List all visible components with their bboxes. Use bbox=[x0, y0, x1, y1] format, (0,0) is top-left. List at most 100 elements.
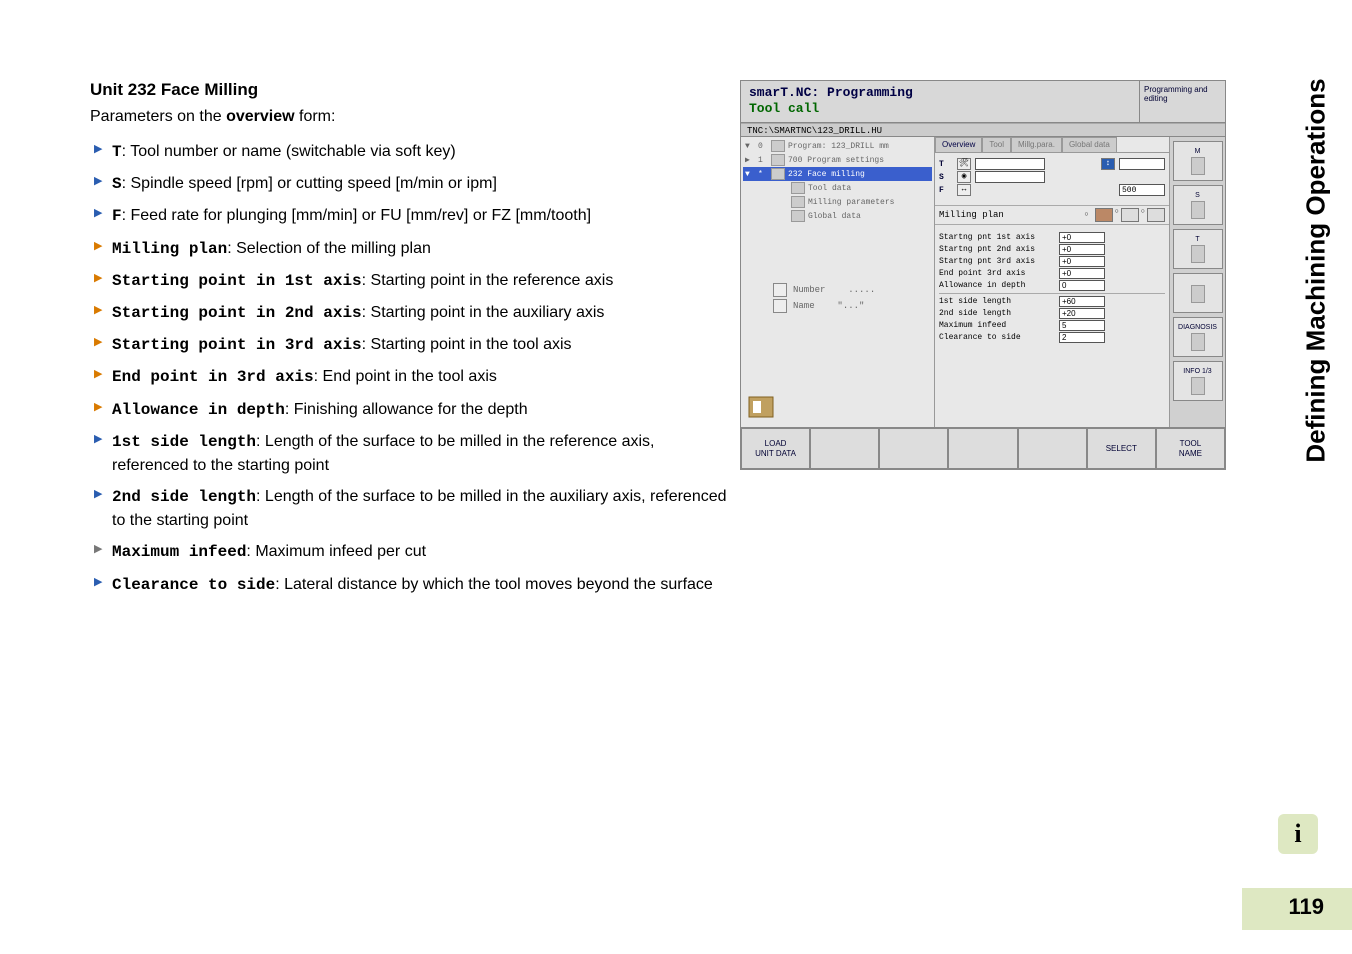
form-label: Allowance in depth bbox=[939, 281, 1059, 290]
input-f1[interactable] bbox=[1119, 184, 1165, 196]
form-label: End point 3rd axis bbox=[939, 269, 1059, 278]
plan-options[interactable]: ○ ○ bbox=[1095, 208, 1165, 222]
side-button[interactable]: DIAGNOSIS bbox=[1173, 317, 1223, 357]
tree-item[interactable]: Tool data bbox=[743, 181, 932, 195]
input-t2[interactable] bbox=[1119, 158, 1165, 170]
param-desc: : Tool number or name (switchable via so… bbox=[122, 143, 456, 160]
side-button[interactable]: S bbox=[1173, 185, 1223, 225]
tree-toggle-icon[interactable]: ▼ bbox=[745, 170, 755, 179]
softkey-button[interactable]: TOOLNAME bbox=[1156, 428, 1225, 469]
section-title-text: Defining Machining Operations bbox=[1301, 78, 1332, 462]
softkey-button[interactable] bbox=[879, 428, 948, 469]
param-desc: : Selection of the milling plan bbox=[227, 240, 431, 257]
param-item: F: Feed rate for plunging [mm/min] or FU… bbox=[94, 204, 730, 228]
tree-label: Program: 123_DRILL mm bbox=[788, 142, 889, 151]
form-input[interactable] bbox=[1059, 296, 1105, 307]
number-icon bbox=[773, 283, 787, 297]
param-item: Starting point in 3rd axis: Starting poi… bbox=[94, 333, 730, 357]
softkey-line2: NAME bbox=[1157, 449, 1224, 459]
side-button-icon bbox=[1191, 333, 1205, 351]
name-icon bbox=[773, 299, 787, 313]
form-input[interactable] bbox=[1059, 268, 1105, 279]
tab[interactable]: Millg.para. bbox=[1011, 137, 1062, 152]
form-label: Startng pnt 1st axis bbox=[939, 233, 1059, 242]
form-label: Startng pnt 3rd axis bbox=[939, 257, 1059, 266]
tsf-rows: T 🛠 ↕ S ◉ F bbox=[935, 153, 1169, 201]
form-row: 1st side length bbox=[939, 296, 1165, 307]
tree-label: 700 Program settings bbox=[788, 156, 884, 165]
side-button[interactable]: M bbox=[1173, 141, 1223, 181]
tree-item[interactable]: ▶1700 Program settings bbox=[743, 153, 932, 167]
program-tree[interactable]: ▼0Program: 123_DRILL mm▶1700 Program set… bbox=[741, 137, 935, 427]
form-row: 2nd side length bbox=[939, 308, 1165, 319]
side-button[interactable]: T bbox=[1173, 229, 1223, 269]
param-desc: : Lateral distance by which the tool mov… bbox=[275, 576, 713, 593]
param-key: F bbox=[112, 207, 122, 225]
softkey-button[interactable]: LOADUNIT DATA bbox=[741, 428, 810, 469]
plan-opt-3[interactable] bbox=[1147, 208, 1165, 222]
param-desc: : Finishing allowance for the depth bbox=[285, 401, 528, 418]
side-button[interactable]: INFO 1/3 bbox=[1173, 361, 1223, 401]
tree-item[interactable]: ▼*232 Face milling bbox=[743, 167, 932, 181]
param-key: Starting point in 2nd axis bbox=[112, 304, 362, 322]
softkey-button[interactable] bbox=[948, 428, 1017, 469]
softkey-button[interactable] bbox=[810, 428, 879, 469]
softkey-button[interactable] bbox=[1018, 428, 1087, 469]
tree-item[interactable]: ▼0Program: 123_DRILL mm bbox=[743, 139, 932, 153]
side-button-label: S bbox=[1195, 192, 1200, 199]
tree-toggle-icon[interactable]: ▶ bbox=[745, 155, 755, 165]
form-input[interactable] bbox=[1059, 332, 1105, 343]
form-input[interactable] bbox=[1059, 280, 1105, 291]
plan-opt-1[interactable] bbox=[1095, 208, 1113, 222]
tab[interactable]: Tool bbox=[982, 137, 1011, 152]
softkey-footer[interactable]: LOADUNIT DATA SELECTTOOLNAME bbox=[741, 427, 1225, 469]
side-button-icon bbox=[1191, 157, 1205, 175]
param-item: Allowance in depth: Finishing allowance … bbox=[94, 398, 730, 422]
parameter-list: T: Tool number or name (switchable via s… bbox=[90, 140, 730, 597]
form-input[interactable] bbox=[1059, 308, 1105, 319]
param-key: Starting point in 1st axis bbox=[112, 272, 362, 290]
side-button[interactable] bbox=[1173, 273, 1223, 313]
screenshot-title: smarT.NC: Programming Tool call bbox=[741, 81, 1139, 122]
tree-item[interactable]: Milling parameters bbox=[743, 195, 932, 209]
tree-label: Milling parameters bbox=[808, 198, 894, 207]
softkey-button[interactable]: SELECT bbox=[1087, 428, 1156, 469]
param-item: S: Spindle speed [rpm] or cutting speed … bbox=[94, 172, 730, 196]
side-button-icon bbox=[1191, 201, 1205, 219]
form-input[interactable] bbox=[1059, 320, 1105, 331]
number-value: ..... bbox=[848, 285, 875, 295]
plan-opt-2[interactable] bbox=[1121, 208, 1139, 222]
input-s1[interactable] bbox=[975, 171, 1045, 183]
page-number-band: 119 bbox=[1242, 888, 1352, 930]
milling-plan-label: Milling plan bbox=[939, 210, 1004, 220]
form-input[interactable] bbox=[1059, 256, 1105, 267]
tabs[interactable]: OverviewToolMillg.para.Global data bbox=[935, 137, 1169, 153]
screenshot-body: ▼0Program: 123_DRILL mm▶1700 Program set… bbox=[741, 137, 1225, 427]
param-item: Starting point in 2nd axis: Starting poi… bbox=[94, 301, 730, 325]
tree-type-icon bbox=[791, 196, 805, 208]
side-button-label: T bbox=[1195, 236, 1199, 243]
input-t1[interactable] bbox=[975, 158, 1045, 170]
form-input[interactable] bbox=[1059, 244, 1105, 255]
param-desc: : Starting point in the tool axis bbox=[362, 336, 572, 353]
param-key: Clearance to side bbox=[112, 576, 275, 594]
param-item: 1st side length: Length of the surface t… bbox=[94, 430, 730, 477]
form-input[interactable] bbox=[1059, 232, 1105, 243]
param-desc: : Spindle speed [rpm] or cutting speed [… bbox=[122, 175, 497, 192]
tree-toggle-icon[interactable]: ▼ bbox=[745, 142, 755, 151]
unit-heading: Unit 232 Face Milling bbox=[90, 80, 730, 100]
form-row: Allowance in depth bbox=[939, 280, 1165, 291]
mode-indicator: Programming and editing bbox=[1139, 81, 1225, 122]
form-label: Startng pnt 2nd axis bbox=[939, 245, 1059, 254]
tab[interactable]: Overview bbox=[935, 137, 982, 152]
page: Unit 232 Face Milling Parameters on the … bbox=[0, 0, 1352, 954]
file-path: TNC:\SMARTNC\123_DRILL.HU bbox=[741, 123, 1225, 137]
name-value: "..." bbox=[837, 301, 864, 311]
label-t: T bbox=[939, 160, 953, 169]
title-line1: smarT.NC: Programming bbox=[749, 85, 1131, 101]
info-icon: i bbox=[1278, 814, 1318, 854]
tab[interactable]: Global data bbox=[1062, 137, 1117, 152]
tree-item[interactable]: Global data bbox=[743, 209, 932, 223]
form-label: Maximum infeed bbox=[939, 321, 1059, 330]
tree-label: Tool data bbox=[808, 184, 851, 193]
